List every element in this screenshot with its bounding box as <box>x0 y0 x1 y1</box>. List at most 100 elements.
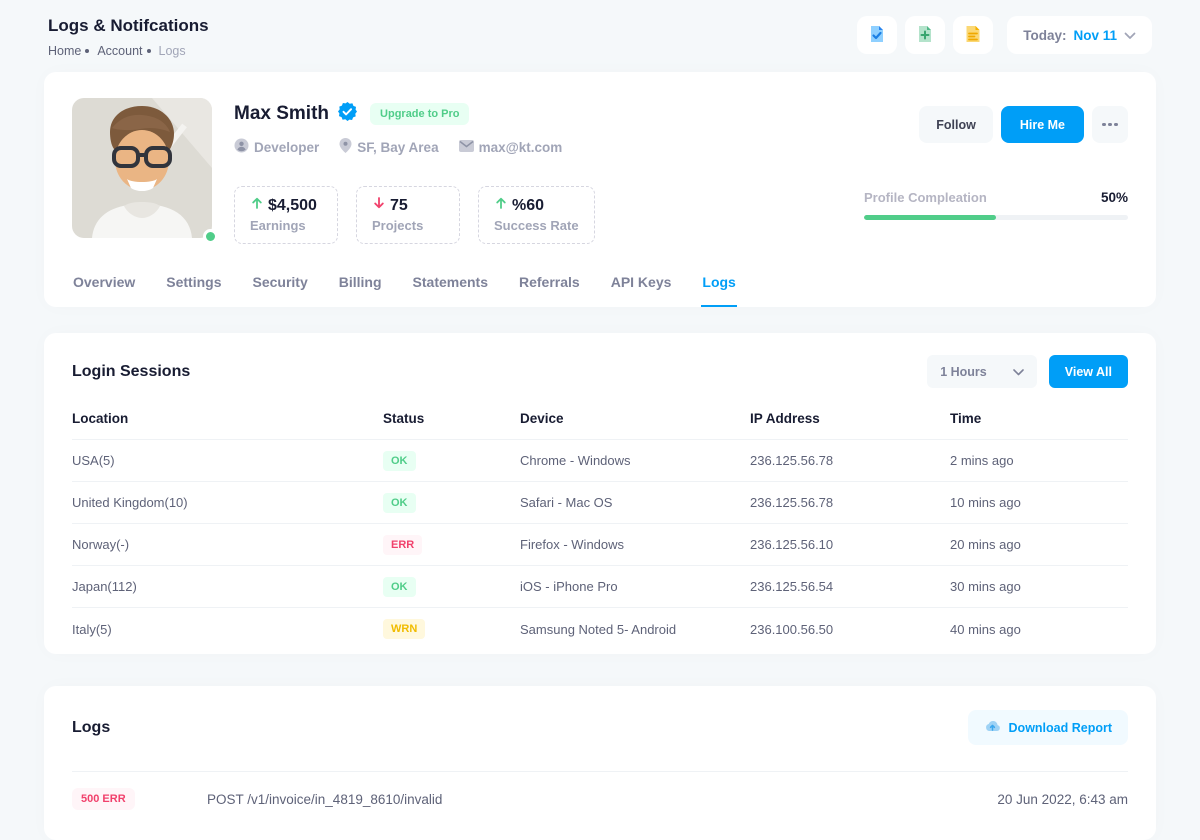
tab-billing[interactable]: Billing <box>338 266 383 307</box>
session-device: Firefox - Windows <box>520 537 750 552</box>
file-check-button[interactable] <box>857 16 897 54</box>
chevron-down-icon <box>1124 28 1136 43</box>
view-all-button[interactable]: View All <box>1049 355 1128 388</box>
profile-stats: $4,500 Earnings 75 Projects <box>234 186 595 244</box>
page-root: Logs & Notifcations Home Account Logs <box>0 0 1200 840</box>
file-plus-button[interactable] <box>905 16 945 54</box>
hours-filter-select[interactable]: 1 Hours <box>927 355 1037 388</box>
ellipsis-icon <box>1102 123 1118 127</box>
stat-projects: 75 Projects <box>356 186 460 244</box>
tab-referrals[interactable]: Referrals <box>518 266 581 307</box>
session-ip: 236.125.56.54 <box>750 579 950 594</box>
session-location: Italy(5) <box>72 622 383 637</box>
col-ip: IP Address <box>750 411 950 426</box>
chevron-down-icon <box>1013 365 1024 379</box>
status-badge: OK <box>383 577 416 597</box>
header-left: Logs & Notifcations Home Account Logs <box>48 16 209 58</box>
profile-completion: Profile Compleation 50% <box>864 190 1128 220</box>
profile-card: Max Smith Upgrade to Pro Developer <box>44 72 1156 307</box>
date-label: Today: <box>1023 28 1066 43</box>
pin-icon <box>339 138 352 156</box>
download-report-button[interactable]: Download Report <box>968 710 1128 745</box>
profile-email-label: max@kt.com <box>479 140 563 155</box>
follow-button[interactable]: Follow <box>919 106 993 143</box>
verified-badge-icon <box>338 102 357 126</box>
session-ip: 236.125.56.78 <box>750 453 950 468</box>
session-ip: 236.100.56.50 <box>750 622 950 637</box>
session-location: USA(5) <box>72 453 383 468</box>
session-time: 2 mins ago <box>950 453 1128 468</box>
person-icon <box>234 138 249 156</box>
tab-logs[interactable]: Logs <box>701 266 736 307</box>
table-row: Norway(-) ERR Firefox - Windows 236.125.… <box>72 524 1128 566</box>
session-time: 40 mins ago <box>950 622 1128 637</box>
profile-name: Max Smith <box>234 103 329 125</box>
col-status: Status <box>383 411 520 426</box>
breadcrumb-separator <box>85 49 89 53</box>
table-row: United Kingdom(10) OK Safari - Mac OS 23… <box>72 482 1128 524</box>
login-sessions-card: Login Sessions 1 Hours View All Location… <box>44 333 1156 654</box>
log-date: 20 Jun 2022, 6:43 am <box>997 792 1128 807</box>
completion-percent: 50% <box>1101 190 1128 205</box>
col-time: Time <box>950 411 1128 426</box>
date-picker-button[interactable]: Today: Nov 11 <box>1007 16 1152 54</box>
stat-earnings-value: $4,500 <box>268 197 317 215</box>
completion-progress-bar <box>864 215 1128 220</box>
download-report-label: Download Report <box>1009 721 1112 735</box>
col-location: Location <box>72 411 383 426</box>
log-path: POST /v1/invoice/in_4819_8610/invalid <box>207 792 997 807</box>
session-device: Samsung Noted 5- Android <box>520 622 750 637</box>
stat-earnings-label: Earnings <box>250 218 322 233</box>
session-ip: 236.125.56.10 <box>750 537 950 552</box>
online-status-dot <box>203 229 218 244</box>
breadcrumb: Home Account Logs <box>48 44 209 58</box>
hours-filter-value: 1 Hours <box>940 365 987 379</box>
tab-settings[interactable]: Settings <box>165 266 222 307</box>
cloud-download-icon <box>984 719 1001 736</box>
session-location: Norway(-) <box>72 537 383 552</box>
profile-role: Developer <box>234 138 319 156</box>
stat-success-rate-value: %60 <box>512 197 544 215</box>
topbar-actions: Today: Nov 11 <box>857 16 1152 54</box>
stat-projects-label: Projects <box>372 218 444 233</box>
col-device: Device <box>520 411 750 426</box>
upgrade-pro-badge[interactable]: Upgrade to Pro <box>370 103 469 125</box>
completion-label: Profile Compleation <box>864 190 987 205</box>
profile-email: max@kt.com <box>459 140 563 155</box>
status-badge: OK <box>383 451 416 471</box>
session-time: 20 mins ago <box>950 537 1128 552</box>
tab-statements[interactable]: Statements <box>412 266 489 307</box>
file-lines-button[interactable] <box>953 16 993 54</box>
table-row: Japan(112) OK iOS - iPhone Pro 236.125.5… <box>72 566 1128 608</box>
file-check-icon <box>867 24 887 47</box>
breadcrumb-account[interactable]: Account <box>97 44 142 58</box>
stat-projects-value: 75 <box>390 197 408 215</box>
more-options-button[interactable] <box>1092 106 1128 143</box>
session-location: United Kingdom(10) <box>72 495 383 510</box>
login-sessions-title: Login Sessions <box>72 363 190 381</box>
profile-location: SF, Bay Area <box>339 138 438 156</box>
profile-location-label: SF, Bay Area <box>357 140 438 155</box>
breadcrumb-home[interactable]: Home <box>48 44 81 58</box>
log-row: 500 ERR POST /v1/invoice/in_4819_8610/in… <box>72 771 1128 810</box>
session-device: Chrome - Windows <box>520 453 750 468</box>
profile-role-label: Developer <box>254 140 319 155</box>
arrow-up-icon <box>250 196 264 215</box>
profile-tabs: Overview Settings Security Billing State… <box>72 266 1128 307</box>
tab-overview[interactable]: Overview <box>72 266 136 307</box>
file-plus-icon <box>915 24 935 47</box>
arrow-up-icon <box>494 196 508 215</box>
session-location: Japan(112) <box>72 579 383 594</box>
tab-security[interactable]: Security <box>252 266 309 307</box>
top-bar: Logs & Notifcations Home Account Logs <box>44 0 1156 72</box>
envelope-icon <box>459 140 474 155</box>
session-ip: 236.125.56.78 <box>750 495 950 510</box>
profile-right: Follow Hire Me Profile Compleation 50% <box>864 98 1128 244</box>
stat-earnings: $4,500 Earnings <box>234 186 338 244</box>
tab-api-keys[interactable]: API Keys <box>610 266 673 307</box>
breadcrumb-logs: Logs <box>159 44 186 58</box>
hire-me-button[interactable]: Hire Me <box>1001 106 1084 143</box>
table-row: USA(5) OK Chrome - Windows 236.125.56.78… <box>72 440 1128 482</box>
profile-info: Max Smith Upgrade to Pro Developer <box>234 98 595 244</box>
log-status-badge: 500 ERR <box>72 788 135 810</box>
